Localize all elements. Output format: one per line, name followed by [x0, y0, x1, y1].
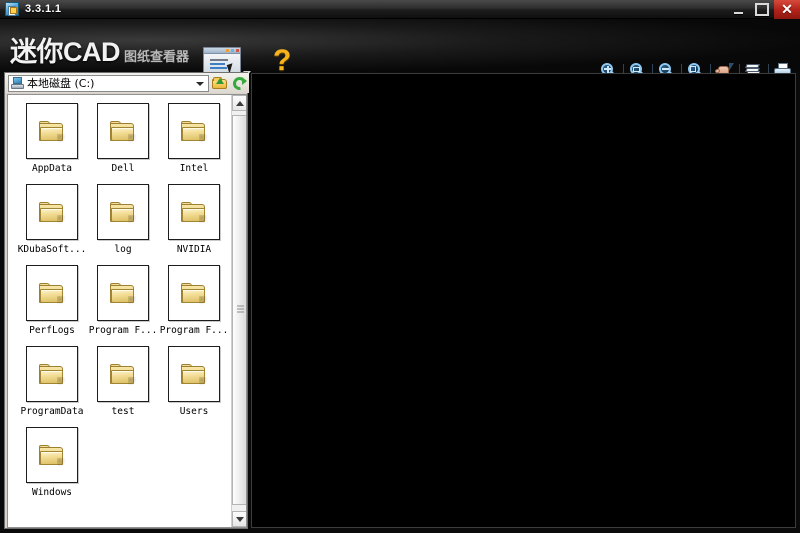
file-item[interactable]: Users	[160, 346, 228, 417]
file-item[interactable]: Dell	[89, 103, 157, 174]
folder-icon	[110, 363, 137, 386]
file-item[interactable]: NVIDIA	[160, 184, 228, 255]
maximize-button[interactable]	[750, 0, 774, 19]
file-item[interactable]: Program F...	[160, 265, 228, 336]
file-icon-box	[26, 184, 78, 240]
application-window: 3.3.1.1 ✕ 迷你CAD 图纸查看器 ? 本地磁盘 (C:) AppDat…	[0, 0, 800, 533]
file-item[interactable]: KDubaSoft...	[18, 184, 86, 255]
app-logo: 迷你CAD 图纸查看器	[10, 39, 189, 66]
file-icon-box	[26, 346, 78, 402]
folder-icon	[39, 120, 66, 143]
file-item[interactable]: AppData	[18, 103, 86, 174]
chevron-down-icon[interactable]	[196, 81, 205, 86]
file-icon-box	[26, 103, 78, 159]
file-item[interactable]: test	[89, 346, 157, 417]
file-item-label: AppData	[31, 163, 73, 174]
refresh-icon	[230, 74, 249, 93]
file-item[interactable]: Windows	[18, 427, 86, 498]
file-item[interactable]: Intel	[160, 103, 228, 174]
file-list-area[interactable]: AppData Dell Intel KDubaSoft... log NVIDIA Per…	[7, 94, 247, 528]
file-item[interactable]: ProgramData	[18, 346, 86, 417]
file-item-label: NVIDIA	[176, 244, 212, 255]
folder-icon	[39, 201, 66, 224]
folder-icon	[181, 120, 208, 143]
window-title: 3.3.1.1	[25, 3, 62, 15]
file-item-label: test	[111, 406, 135, 417]
file-item-label: PerfLogs	[29, 325, 75, 336]
folder-icon	[39, 282, 66, 305]
scroll-down-arrow[interactable]	[232, 511, 246, 527]
close-button[interactable]: ✕	[774, 0, 800, 19]
app-window-icon	[5, 2, 19, 16]
file-icon-box	[97, 346, 149, 402]
file-item-label: Dell	[111, 163, 135, 174]
file-icon-box	[26, 427, 78, 483]
help-button[interactable]: ?	[273, 46, 291, 76]
scroll-up-arrow[interactable]	[232, 95, 246, 111]
file-icon-box	[168, 346, 220, 402]
file-item-label: Windows	[31, 487, 73, 498]
scroll-grip-icon	[237, 305, 244, 315]
file-item[interactable]: log	[89, 184, 157, 255]
folder-icon	[181, 201, 208, 224]
file-icon-box	[26, 265, 78, 321]
file-item-label: Program F...	[159, 325, 229, 336]
folder-icon	[110, 282, 137, 305]
drawing-canvas[interactable]	[251, 73, 796, 528]
file-icon-box	[168, 184, 220, 240]
path-bar: 本地磁盘 (C:)	[5, 73, 249, 93]
refresh-button[interactable]	[230, 74, 249, 93]
title-bar: 3.3.1.1 ✕	[0, 0, 800, 19]
folder-icon	[181, 282, 208, 305]
file-icon-box	[168, 265, 220, 321]
scroll-thumb[interactable]	[232, 115, 246, 505]
folder-icon	[39, 363, 66, 386]
folder-icon	[181, 363, 208, 386]
open-file-icon	[204, 48, 240, 54]
file-item-label: Program F...	[88, 325, 158, 336]
file-icon-grid: AppData Dell Intel KDubaSoft... log NVIDIA Per…	[8, 95, 232, 508]
file-item-label: Users	[179, 406, 209, 417]
file-item-label: Intel	[179, 163, 209, 174]
logo-main-text: 迷你CAD	[10, 37, 121, 67]
window-controls: ✕	[726, 0, 800, 19]
file-item[interactable]: PerfLogs	[18, 265, 86, 336]
folder-up-button[interactable]	[211, 74, 229, 92]
file-item-label: log	[114, 244, 132, 255]
file-icon-box	[97, 103, 149, 159]
folder-icon	[39, 444, 66, 467]
folder-up-icon	[212, 77, 228, 89]
file-icon-box	[168, 103, 220, 159]
file-browser-panel: 本地磁盘 (C:) AppData Dell Intel KDubaSoft... lo…	[4, 72, 249, 529]
logo-sub-text: 图纸查看器	[124, 49, 190, 64]
brand-toolbar: 迷你CAD 图纸查看器 ?	[0, 19, 800, 78]
file-item-label: ProgramData	[20, 406, 84, 417]
file-item-label: KDubaSoft...	[17, 244, 87, 255]
close-icon: ✕	[781, 1, 793, 17]
path-combo-box[interactable]: 本地磁盘 (C:)	[8, 74, 210, 92]
file-list-scrollbar[interactable]	[231, 95, 246, 527]
file-item[interactable]: Program F...	[89, 265, 157, 336]
folder-icon	[110, 201, 137, 224]
path-value: 本地磁盘 (C:)	[27, 77, 95, 90]
drive-icon	[11, 77, 24, 89]
document-lines-icon	[210, 59, 228, 71]
minimize-button[interactable]	[726, 0, 750, 19]
file-icon-box	[97, 265, 149, 321]
folder-icon	[110, 120, 137, 143]
file-icon-box	[97, 184, 149, 240]
